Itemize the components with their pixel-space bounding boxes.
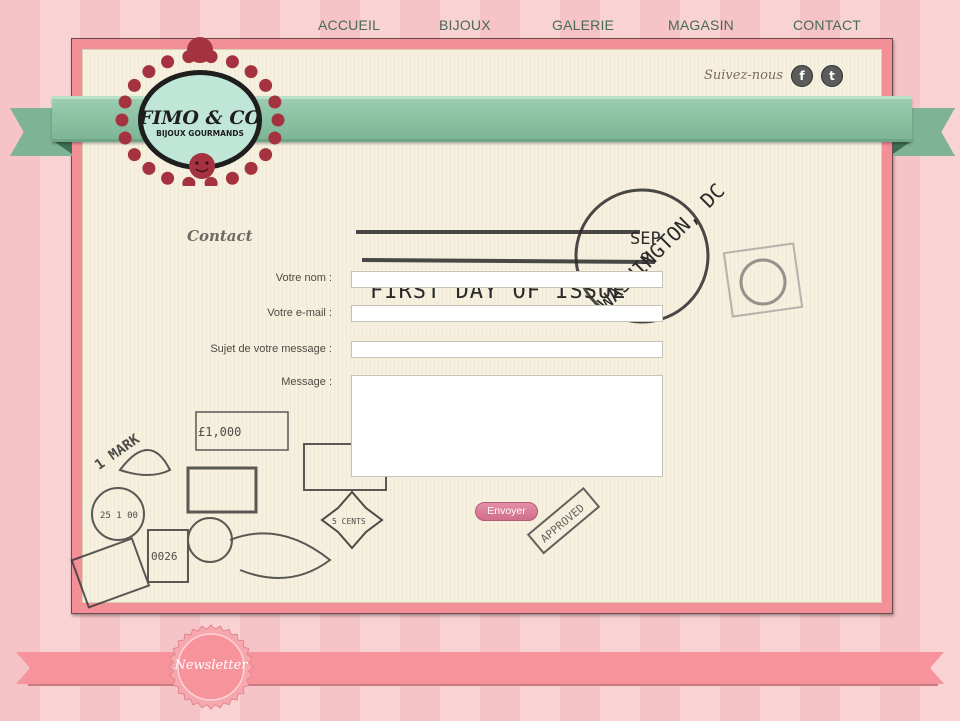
nav-item-contact[interactable]: CONTACT [793,17,861,33]
message-textarea[interactable] [351,375,663,477]
logo-bead [161,55,175,69]
logo-bead [127,148,141,162]
email-input[interactable] [351,305,663,322]
logo-bead [244,65,258,79]
message-label: Message : [281,376,332,388]
logo-bead [225,55,239,69]
logo-bead [268,95,282,109]
logo-bead [182,176,196,186]
stamp-price: £1,000 [198,425,241,439]
logo-bead [115,113,129,127]
logo-bead [204,176,218,186]
subject-label: Sujet de votre message : [210,343,332,355]
logo-bead [161,171,175,185]
logo-bead [118,131,132,145]
logo-bead [244,161,258,175]
postmark-day: 9 [640,249,650,268]
logo-bead [127,78,141,92]
logo-bead [271,113,285,127]
stamp-number: 0026 [151,550,178,563]
name-input[interactable] [351,271,663,288]
logo-bead [268,131,282,145]
logo-bead [259,78,273,92]
logo-bead [118,95,132,109]
page-title: Contact [187,227,253,245]
facebook-icon[interactable]: f [791,65,813,87]
newsletter-label[interactable]: Newsletter [168,658,254,673]
brand-name: FIMO & CO [138,107,261,129]
email-label: Votre e-mail : [267,307,332,319]
nav-item-bijoux[interactable]: BIJOUX [439,17,491,33]
logo-bead [142,161,156,175]
logo-bead [225,171,239,185]
footer-ribbon [16,652,944,684]
logo-bead [142,65,156,79]
subject-input[interactable] [351,341,663,358]
stamp-cents: 5 CENTS [332,517,366,526]
postmark-city: WASHINGTON, DC [593,179,729,315]
follow-us-label: Suivez-nous [704,68,783,83]
logo-bead [259,148,273,162]
nav-item-accueil[interactable]: ACCUEIL [318,17,380,33]
nav-item-galerie[interactable]: GALERIE [552,17,614,33]
twitter-icon[interactable]: t [821,65,843,87]
nav-item-magasin[interactable]: MAGASIN [668,17,734,33]
submit-button[interactable]: Envoyer [475,502,538,521]
postmark-month: SEP [630,229,661,249]
stamp-mark: 1 MARK [92,431,143,473]
brand-tagline: BIJOUX GOURMANDS [156,129,244,138]
brand-logo[interactable]: FIMO & CO BIJOUX GOURMANDS [112,36,288,186]
stamp-date: 25 1 00 [100,511,138,521]
name-label: Votre nom : [275,272,332,284]
